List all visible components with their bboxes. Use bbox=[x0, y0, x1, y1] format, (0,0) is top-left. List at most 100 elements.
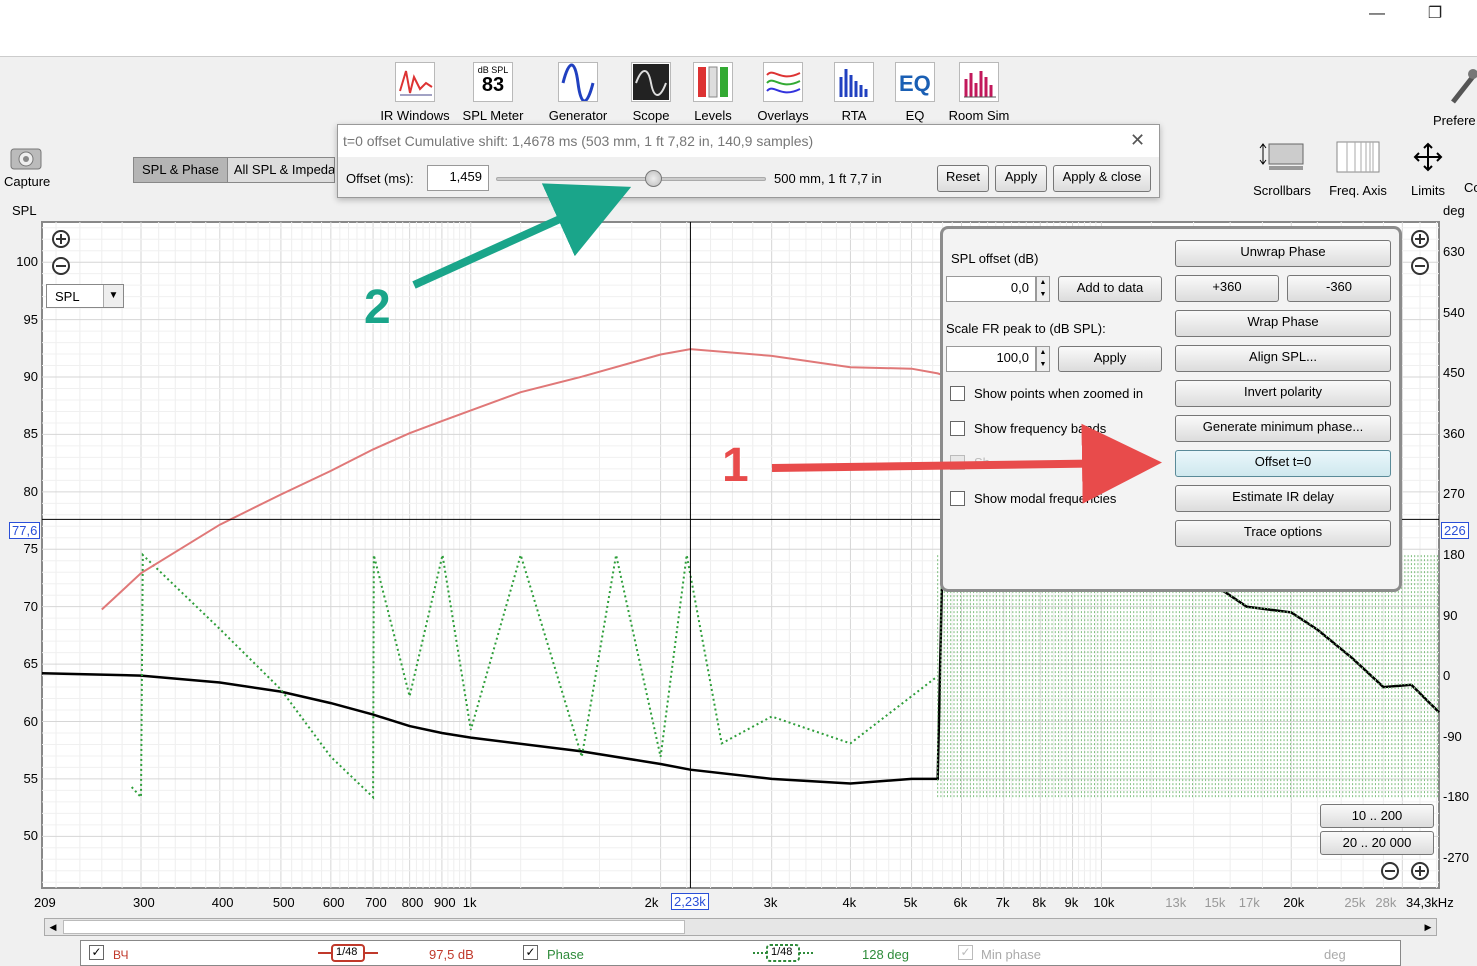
trace-selector[interactable]: SPL ▼ bbox=[46, 284, 124, 308]
scrollbar-thumb[interactable] bbox=[63, 920, 685, 934]
x-tick-label: 5k bbox=[903, 895, 918, 910]
range-20-20000-button[interactable]: 20 .. 20 000 bbox=[1320, 831, 1434, 855]
trace-options-button[interactable]: Trace options bbox=[1175, 520, 1391, 547]
y-tick-label: 90 bbox=[23, 369, 38, 385]
trace-visible-checkbox[interactable]: ✓ bbox=[89, 945, 104, 960]
offset-label: Offset (ms): bbox=[346, 171, 414, 186]
generate-minimum-phase-button[interactable]: Generate minimum phase... bbox=[1175, 415, 1391, 442]
invert-polarity-button[interactable]: Invert polarity bbox=[1175, 380, 1391, 407]
hidden-option-label: Sh... bbox=[974, 455, 994, 470]
scale-apply-button[interactable]: Apply bbox=[1058, 346, 1162, 372]
apply-close-button[interactable]: Apply & close bbox=[1053, 165, 1151, 192]
y2-tick-label: 450 bbox=[1443, 365, 1465, 381]
x-tick-label: 800 bbox=[401, 895, 424, 910]
horizontal-scrollbar[interactable]: ◀ ▶ bbox=[44, 918, 1437, 936]
show-modal-checkbox[interactable] bbox=[950, 491, 965, 506]
x-tick-label: 6k bbox=[953, 895, 968, 910]
zoom-out-x-icon[interactable] bbox=[1380, 861, 1400, 881]
x-tick-label: 209 bbox=[34, 895, 56, 910]
range-10-200-button[interactable]: 10 .. 200 bbox=[1320, 804, 1434, 828]
close-icon[interactable]: ✕ bbox=[1130, 130, 1145, 151]
spl-smoothing-text: 1/48 bbox=[336, 946, 358, 958]
y-tick-label: 65 bbox=[23, 656, 38, 672]
x-tick-label: 10k bbox=[1093, 895, 1115, 910]
cursor-x-readout: 2,23k bbox=[671, 893, 709, 910]
y2-tick-label: -90 bbox=[1443, 728, 1462, 744]
zoom-out-icon[interactable] bbox=[51, 256, 71, 276]
estimate-ir-delay-button[interactable]: Estimate IR delay bbox=[1175, 485, 1391, 512]
zoom-in-icon[interactable] bbox=[51, 229, 71, 249]
spl-value: 97,5 dB bbox=[429, 947, 474, 962]
x-tick-label: 600 bbox=[322, 895, 345, 910]
offset-slider-thumb[interactable] bbox=[644, 170, 662, 187]
trace-selector-value: SPL bbox=[55, 289, 80, 304]
scroll-right-icon[interactable]: ▶ bbox=[1420, 919, 1436, 935]
spl-offset-spinner[interactable]: ▲ ▼ bbox=[1036, 276, 1050, 302]
offset-input[interactable]: 1,459 bbox=[427, 165, 489, 191]
hidden-option-checkbox[interactable] bbox=[950, 455, 965, 470]
y-tick-label: 75 bbox=[23, 541, 38, 557]
annotation-number-2: 2 bbox=[364, 281, 391, 334]
x-tick-label: 15k bbox=[1204, 895, 1226, 910]
cursor-y-left-readout: 77,6 bbox=[9, 522, 41, 539]
x-tick-label: 4k bbox=[842, 895, 857, 910]
spl-offset-input[interactable]: 0,0 bbox=[946, 276, 1036, 302]
phase-smoothing-text: 1/48 bbox=[771, 946, 793, 958]
y2-tick-label: 630 bbox=[1443, 244, 1465, 260]
y2-tick-label: 540 bbox=[1443, 304, 1465, 320]
x-tick-label: 13k bbox=[1165, 895, 1187, 910]
chevron-down-icon: ▼ bbox=[103, 285, 123, 307]
show-bands-label: Show frequency bands bbox=[974, 421, 1107, 436]
phase-label: Phase bbox=[547, 947, 584, 962]
trace-name: ВЧ bbox=[113, 948, 129, 962]
min-phase-unit: deg bbox=[1324, 947, 1346, 962]
x-tick-label: 500 bbox=[272, 895, 295, 910]
x-tick-label: 1k bbox=[462, 895, 477, 910]
scale-fr-spinner[interactable]: ▲ ▼ bbox=[1036, 346, 1050, 372]
zoom-in-right-icon[interactable] bbox=[1410, 229, 1430, 249]
phase-value: 128 deg bbox=[862, 947, 909, 962]
min-phase-checkbox[interactable]: ✓ bbox=[958, 945, 973, 960]
y2-tick-label: 90 bbox=[1443, 607, 1458, 623]
unwrap-phase-button[interactable]: Unwrap Phase bbox=[1175, 240, 1391, 267]
x-tick-label: 20k bbox=[1283, 895, 1305, 910]
show-bands-checkbox[interactable] bbox=[950, 421, 965, 436]
wrap-phase-button[interactable]: Wrap Phase bbox=[1175, 310, 1391, 337]
y-tick-label: 70 bbox=[23, 598, 38, 614]
offset-distance-text: 500 mm, 1 ft 7,7 in bbox=[774, 171, 882, 186]
legend-bar: ✓ ВЧ 1/48 97,5 dB ✓ Phase 1/48 128 deg ✓… bbox=[80, 940, 1401, 966]
align-spl-button[interactable]: Align SPL... bbox=[1175, 345, 1391, 372]
y2-tick-label: 360 bbox=[1443, 425, 1465, 441]
y2-tick-label: -180 bbox=[1443, 789, 1470, 805]
minus-360-button[interactable]: -360 bbox=[1287, 275, 1391, 302]
x-tick-label: 300 bbox=[132, 895, 155, 910]
spl-offset-label: SPL offset (dB) bbox=[951, 251, 1039, 266]
show-points-checkbox[interactable] bbox=[950, 386, 965, 401]
offset-dialog-title: t=0 offset Cumulative shift: 1,4678 ms (… bbox=[343, 133, 814, 149]
y2-tick-label: 270 bbox=[1443, 486, 1465, 502]
scroll-left-icon[interactable]: ◀ bbox=[45, 919, 61, 935]
offset-t0-button[interactable]: Offset t=0 bbox=[1175, 450, 1391, 477]
reset-button[interactable]: Reset bbox=[937, 165, 989, 192]
zoom-in-x-icon[interactable] bbox=[1410, 861, 1430, 881]
zoom-out-right-icon[interactable] bbox=[1410, 256, 1430, 276]
offset-slider-track[interactable] bbox=[496, 177, 766, 181]
plus-360-button[interactable]: +360 bbox=[1175, 275, 1279, 302]
add-to-data-button[interactable]: Add to data bbox=[1058, 276, 1162, 302]
scale-fr-input[interactable]: 100,0 bbox=[946, 346, 1036, 372]
y-tick-label: 60 bbox=[23, 713, 38, 729]
y2-tick-label: 0 bbox=[1443, 668, 1451, 684]
phase-checkbox[interactable]: ✓ bbox=[523, 945, 538, 960]
x-tick-label: 25k bbox=[1344, 895, 1366, 910]
x-tick-label: 7k bbox=[995, 895, 1010, 910]
y-tick-label: 55 bbox=[23, 770, 38, 786]
y2-tick-label: -270 bbox=[1443, 849, 1470, 865]
x-tick-label: 400 bbox=[211, 895, 234, 910]
x-tick-label: 34,3kHz bbox=[1406, 895, 1454, 910]
spl-smoothing-badge[interactable]: 1/48 bbox=[318, 943, 378, 963]
x-tick-label: 28k bbox=[1375, 895, 1397, 910]
x-tick-label: 17k bbox=[1238, 895, 1260, 910]
apply-button[interactable]: Apply bbox=[995, 165, 1047, 192]
phase-smoothing-badge[interactable]: 1/48 bbox=[753, 943, 813, 963]
show-points-label: Show points when zoomed in bbox=[974, 386, 1144, 401]
